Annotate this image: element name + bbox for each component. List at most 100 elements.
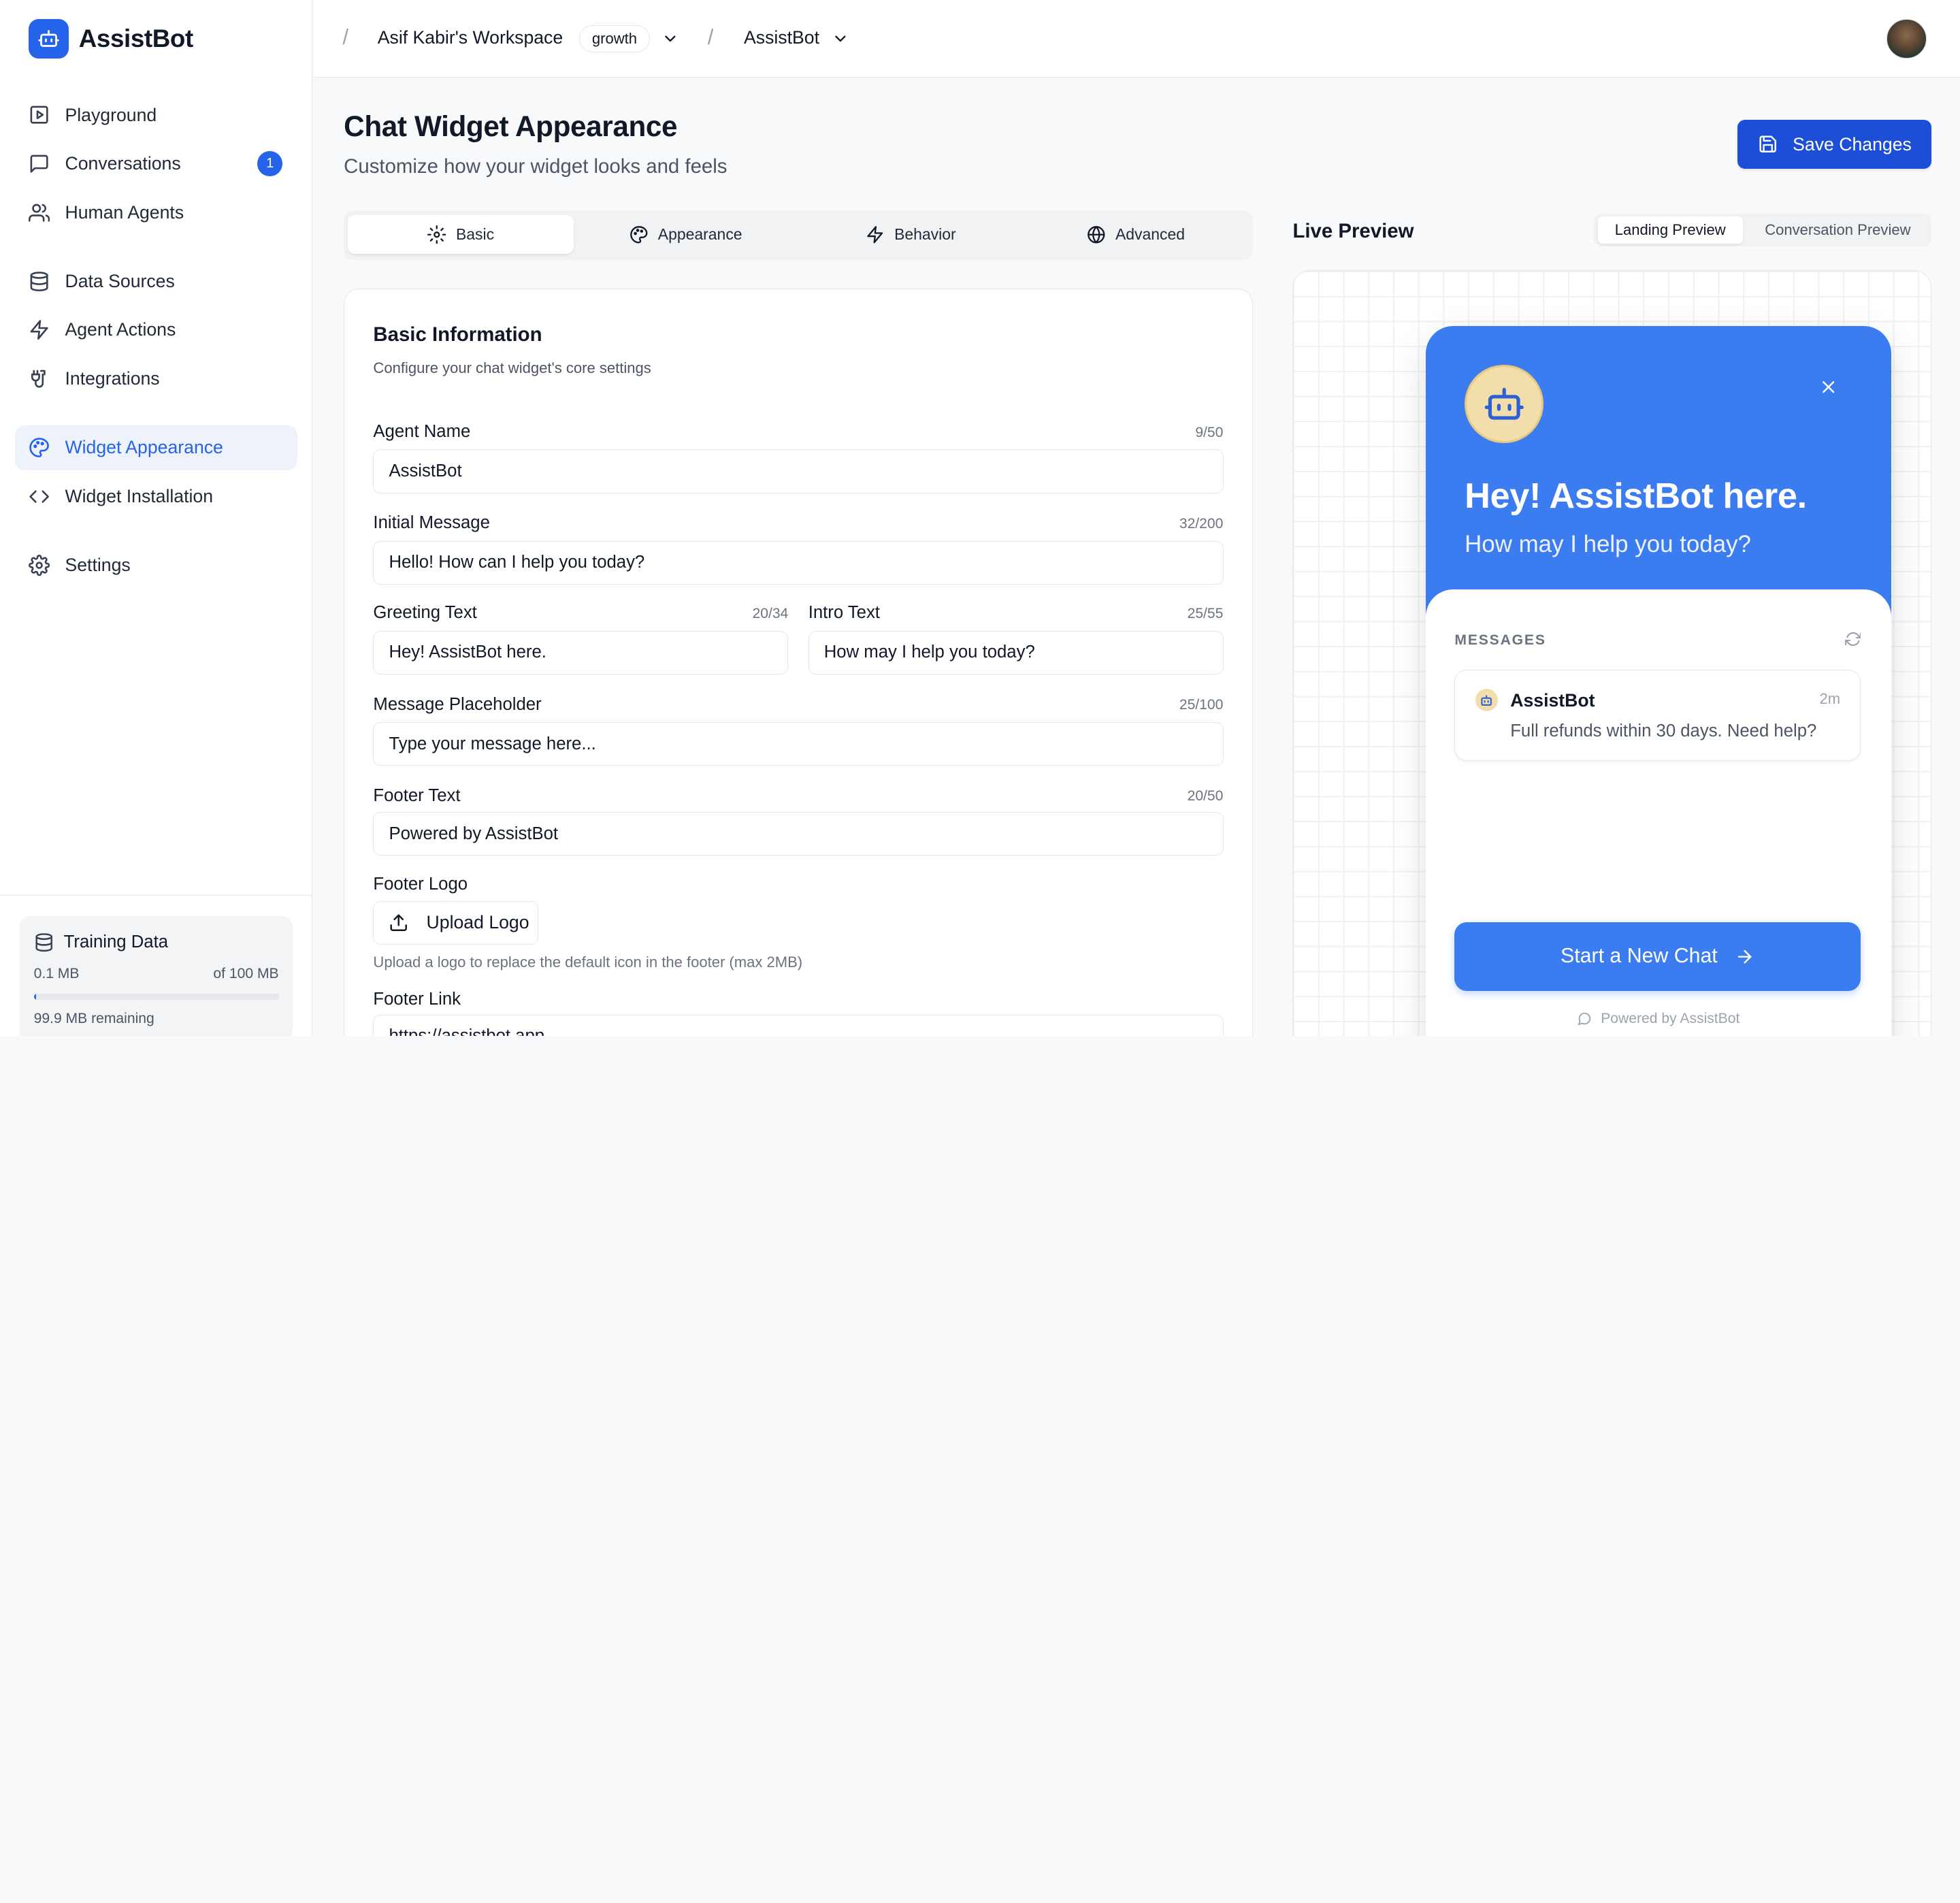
footer-logo-label: Footer Logo	[373, 875, 468, 894]
agent-name-input[interactable]: AssistBot	[373, 449, 1224, 493]
sidebar-item-integrations[interactable]: Integrations	[15, 357, 297, 402]
tab-appearance[interactable]: Appearance	[572, 215, 798, 254]
tab-behavior[interactable]: Behavior	[798, 215, 1024, 254]
chevron-down-icon[interactable]	[832, 30, 849, 48]
gear-icon	[427, 225, 446, 244]
messages-label: MESSAGES	[1454, 632, 1546, 648]
users-icon	[29, 204, 50, 222]
training-data-label: Training Data	[63, 932, 169, 952]
sidebar-item-playground[interactable]: Playground	[15, 93, 297, 137]
footer-text-label: Footer Text	[373, 785, 461, 805]
upload-hint: Upload a logo to replace the default ico…	[373, 953, 803, 971]
card-subtitle: Configure your chat widget's core settin…	[373, 359, 651, 377]
powered-by: Powered by AssistBot	[1426, 1011, 1891, 1027]
unread-badge: 1	[257, 151, 283, 176]
sidebar-item-label: Widget Installation	[65, 485, 214, 506]
globe-icon	[1087, 225, 1105, 244]
message-card[interactable]: AssistBot 2m Full refunds within 30 days…	[1454, 669, 1861, 761]
refresh-icon[interactable]	[1844, 631, 1861, 647]
sidebar-item-human-agents[interactable]: Human Agents	[15, 190, 297, 235]
start-new-chat-button[interactable]: Start a New Chat	[1454, 922, 1861, 991]
save-label: Save Changes	[1793, 133, 1912, 154]
training-data-title: Training Data	[34, 932, 279, 952]
sidebar-item-label: Agent Actions	[65, 319, 176, 340]
robot-logo-icon	[29, 18, 69, 59]
sidebar-item-conversations[interactable]: Conversations 1	[15, 142, 297, 186]
sidebar-item-widget-installation[interactable]: Widget Installation	[15, 474, 297, 519]
settings-tabs: Basic Appearance Behavior Advanced	[344, 210, 1253, 261]
zap-icon	[30, 320, 48, 340]
sidebar: AssistBot Playground Conversations 1 Hum…	[0, 0, 313, 1036]
initial-message-input[interactable]: Hello! How can I help you today?	[373, 540, 1224, 585]
footer-text-input[interactable]: Powered by AssistBot	[373, 812, 1224, 856]
widget-header: Hey! AssistBot here. How may I help you …	[1426, 325, 1891, 620]
tab-advanced[interactable]: Advanced	[1023, 215, 1249, 254]
intro-text-input[interactable]: How may I help you today?	[808, 630, 1224, 675]
tab-label: Behavior	[894, 225, 956, 243]
greeting-text-input[interactable]: Hey! AssistBot here.	[373, 630, 789, 675]
database-icon	[35, 932, 52, 952]
sidebar-item-widget-appearance[interactable]: Widget Appearance	[15, 425, 298, 470]
tab-basic[interactable]: Basic	[347, 214, 574, 254]
sidebar-footer: Training Data 0.1 MB of 100 MB 99.9 MB r…	[0, 895, 313, 1036]
placeholder-label: Message Placeholder	[373, 694, 542, 714]
start-chat-label: Start a New Chat	[1561, 945, 1718, 968]
palette-icon	[630, 225, 647, 244]
training-progress-bar	[33, 993, 279, 1000]
preview-tabs: Landing Preview Conversation Preview	[1594, 214, 1932, 246]
chat-widget-preview: Hey! AssistBot here. How may I help you …	[1426, 325, 1891, 1036]
tab-conversation-preview[interactable]: Conversation Preview	[1746, 216, 1929, 244]
upload-icon	[390, 914, 408, 932]
plan-badge: growth	[578, 25, 651, 53]
close-icon[interactable]	[1818, 377, 1838, 397]
brand[interactable]: AssistBot	[29, 18, 194, 59]
message-placeholder-input[interactable]: Type your message here...	[373, 721, 1224, 766]
sidebar-item-label: Conversations	[65, 153, 181, 174]
workspace-selector[interactable]: Asif Kabir's Workspace	[378, 27, 563, 48]
breadcrumb-separator: /	[707, 25, 714, 49]
sidebar-item-settings[interactable]: Settings	[15, 542, 297, 587]
tab-landing-preview[interactable]: Landing Preview	[1597, 216, 1743, 244]
zap-icon	[867, 225, 883, 244]
breadcrumb-separator: /	[342, 25, 349, 49]
upload-logo-button[interactable]: Upload Logo	[373, 900, 538, 945]
sidebar-item-label: Widget Appearance	[65, 437, 223, 458]
sidebar-item-label: Playground	[65, 104, 157, 125]
footer-link-input[interactable]: https://assistbot.app	[373, 1014, 1224, 1036]
training-data-card: Training Data 0.1 MB of 100 MB 99.9 MB r…	[20, 915, 293, 1036]
widget-body: MESSAGES AssistBot 2m Full refunds withi…	[1426, 589, 1891, 1036]
agent-name-count: 9/50	[1195, 424, 1224, 440]
tab-label: Appearance	[657, 225, 742, 243]
basic-information-card: Basic Information Configure your chat wi…	[344, 289, 1253, 1036]
sidebar-item-label: Human Agents	[65, 201, 184, 223]
palette-icon	[29, 438, 50, 457]
chevron-down-icon[interactable]	[662, 30, 679, 48]
training-remaining: 99.9 MB remaining	[33, 1011, 154, 1027]
arrow-right-icon	[1738, 949, 1752, 964]
message-sender: AssistBot	[1510, 690, 1595, 711]
footer-link-label: Footer Link	[373, 990, 461, 1009]
sidebar-item-data-sources[interactable]: Data Sources	[15, 259, 297, 304]
intro-text-label: Intro Text	[808, 603, 880, 623]
agent-name-label: Agent Name	[373, 422, 471, 442]
sidebar-item-label: Settings	[65, 554, 131, 575]
brand-name: AssistBot	[78, 24, 194, 52]
save-icon	[1759, 135, 1776, 153]
bot-selector[interactable]: AssistBot	[744, 27, 819, 48]
database-icon	[30, 272, 48, 291]
plug-icon	[31, 370, 46, 388]
preview-canvas: Hey! AssistBot here. How may I help you …	[1292, 270, 1932, 1036]
page-subtitle: Customize how your widget looks and feel…	[344, 154, 728, 178]
card-title: Basic Information	[373, 323, 542, 346]
save-changes-button[interactable]: Save Changes	[1737, 120, 1932, 169]
chat-bubble-icon	[1578, 1013, 1591, 1026]
user-avatar[interactable]	[1886, 18, 1927, 59]
sidebar-item-label: Data Sources	[65, 270, 175, 291]
placeholder-count: 25/100	[1179, 697, 1224, 713]
code-icon	[29, 490, 50, 503]
tab-label: Basic	[455, 225, 495, 243]
page-title: Chat Widget Appearance	[344, 110, 678, 142]
sidebar-item-agent-actions[interactable]: Agent Actions	[15, 308, 297, 353]
initial-message-count: 32/200	[1179, 515, 1224, 532]
tab-label: Advanced	[1115, 225, 1186, 243]
